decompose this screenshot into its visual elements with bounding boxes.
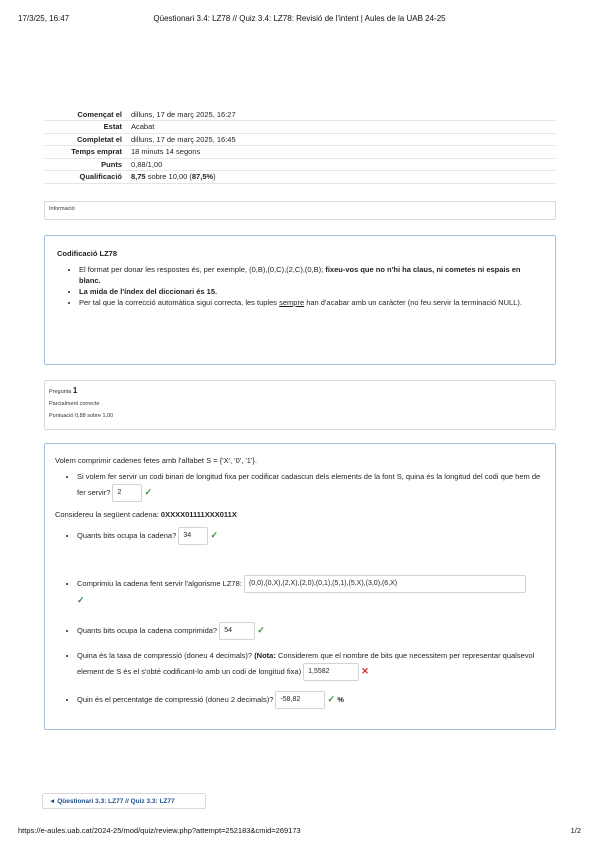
question-item: Quants bits ocupa la cadena? 34 ✓: [77, 527, 545, 545]
grade-number: 8,75: [131, 172, 146, 182]
answer-field[interactable]: 54: [219, 622, 256, 640]
correct-check-icon: ✓: [144, 486, 153, 497]
info-heading: Codificació LZ78: [57, 249, 118, 258]
question-text: Quants bits ocupa la cadena comprimida?: [77, 625, 218, 635]
correct-check-icon: ✓: [210, 529, 218, 540]
summary-label: Punts: [44, 157, 127, 171]
info-item-bold: La mida de l'índex del diccionari és 15.: [79, 287, 218, 296]
info-item-text: Per tal que la correcció automàtica sigu…: [79, 298, 280, 307]
summary-row: Començat el dilluns, 17 de març 2025, 16:…: [44, 108, 556, 121]
consider-value: 0XXXX01111XXX011X: [160, 510, 237, 519]
grade-mid: sobre 10,00 (: [145, 172, 192, 182]
incorrect-cross-icon: ✕: [361, 665, 369, 676]
print-header: 17/3/25, 16:47 Qüestionari 3.4: LZ78 // …: [18, 14, 581, 23]
question-number: Pregunta 1: [49, 386, 555, 395]
question-score: Puntuació 0,88 sobre 1,00: [49, 413, 114, 419]
question-info-box: Pregunta 1 Parcialment correcte Puntuaci…: [44, 380, 556, 430]
summary-row: Qualificació 8,75 sobre 10,00 (87,5%): [44, 170, 556, 184]
grade-percent: 87,5%: [191, 172, 214, 182]
answer-field[interactable]: 2: [112, 484, 143, 502]
summary-label: Qualificació: [44, 170, 127, 184]
previous-activity-link[interactable]: ◄ Qüestionari 3.3: LZ77 // Quiz 3.3: LZ7…: [42, 793, 206, 809]
print-title: Qüestionari 3.4: LZ78 // Quiz 3.4: LZ78:…: [153, 14, 446, 23]
percent-unit: %: [337, 694, 344, 704]
summary-value: dilluns, 17 de març 2025, 16:27: [131, 109, 236, 119]
summary-label: Completat el: [44, 132, 127, 146]
answer-field[interactable]: -58,82: [275, 691, 326, 709]
info-item: La mida de l'índex del diccionari és 15.: [79, 286, 543, 297]
info-item-underline: sempre: [279, 298, 305, 307]
answer-field[interactable]: 1,5582: [303, 663, 360, 681]
question-intro: Volem comprimir cadenes fetes amb l'alfa…: [55, 456, 257, 465]
print-page-number: 1/2: [570, 826, 581, 835]
question-state: Parcialment correcte: [49, 401, 100, 407]
consider-string: Considereu la següent cadena: 0XXXX01111…: [55, 510, 545, 519]
grade-end: ): [213, 172, 216, 182]
consider-text: Considereu la següent cadena:: [55, 510, 161, 519]
correct-check-icon: ✓: [257, 624, 265, 635]
summary-value: dilluns, 17 de març 2025, 16:45: [127, 132, 556, 146]
question-text: Quina és la taxa de compressió (doneu 4 …: [77, 651, 255, 660]
print-footer: https://e-aules.uab.cat/2024-25/mod/quiz…: [18, 826, 581, 835]
question-text: Comprimiu la cadena fent servir l'algori…: [77, 578, 242, 588]
question-number-value: 1: [72, 386, 78, 395]
answer-field[interactable]: 34: [178, 527, 209, 545]
info-item-text: El format per donar les respostes és, pe…: [79, 265, 326, 274]
summary-value: Acabat: [127, 120, 556, 133]
info-label: Informació: [49, 206, 75, 212]
question-content-box: Volem comprimir cadenes fetes amb l'alfa…: [44, 443, 556, 730]
info-item-text: han d'acabar amb un caràcter (no feu ser…: [304, 298, 522, 307]
summary-label: Estat: [44, 120, 127, 133]
summary-label: Temps emprat: [44, 145, 127, 158]
attempt-summary-table: Començat el dilluns, 17 de març 2025, 16:…: [44, 108, 556, 184]
info-content-box: Codificació LZ78 El format per donar les…: [44, 235, 556, 365]
question-item: Quina és la taxa de compressió (doneu 4 …: [77, 648, 545, 681]
summary-row: Temps emprat 18 minuts 14 segons: [44, 145, 556, 158]
summary-row: Punts 0,88/1,00: [44, 157, 556, 171]
summary-value: 0,88/1,00: [127, 157, 556, 171]
question-label: Pregunta: [49, 389, 72, 395]
question-item: Si volem fer servir un codi binari de lo…: [77, 469, 545, 502]
summary-row: Estat Acabat: [44, 120, 556, 133]
correct-check-icon: ✓: [327, 693, 336, 704]
question-item: Quin és el percentatge de compressió (do…: [77, 691, 545, 709]
answer-field[interactable]: (0,0),(0,X),(2,X),(2,0),(0,1),(5,1),(5,X…: [243, 575, 526, 593]
question-list-1: Si volem fer servir un codi binari de lo…: [55, 469, 545, 502]
correct-check-icon: ✓: [77, 595, 85, 605]
question-list-2: Quants bits ocupa la cadena? 34 ✓ Compri…: [55, 527, 545, 709]
summary-value: 18 minuts 14 segons: [127, 145, 556, 158]
note-label: (Nota:: [254, 651, 276, 660]
summary-label: Començat el: [77, 109, 122, 119]
print-url: https://e-aules.uab.cat/2024-25/mod/quiz…: [18, 826, 301, 835]
question-item: Quants bits ocupa la cadena comprimida? …: [77, 622, 545, 640]
question-item: Comprimiu la cadena fent servir l'algori…: [77, 575, 545, 608]
info-list: El format per donar les respostes és, pe…: [57, 264, 543, 308]
summary-row: Completat el dilluns, 17 de març 2025, 16…: [44, 132, 556, 146]
grade-value: 8,75 sobre 10,00 (87,5%): [127, 170, 556, 184]
question-text: Quants bits ocupa la cadena?: [77, 530, 177, 540]
info-label-box: Informació: [44, 201, 556, 220]
info-item: Per tal que la correcció automàtica sigu…: [79, 297, 543, 308]
question-text: Quin és el percentatge de compressió (do…: [77, 694, 274, 704]
info-item: El format per donar les respostes és, pe…: [79, 264, 543, 286]
